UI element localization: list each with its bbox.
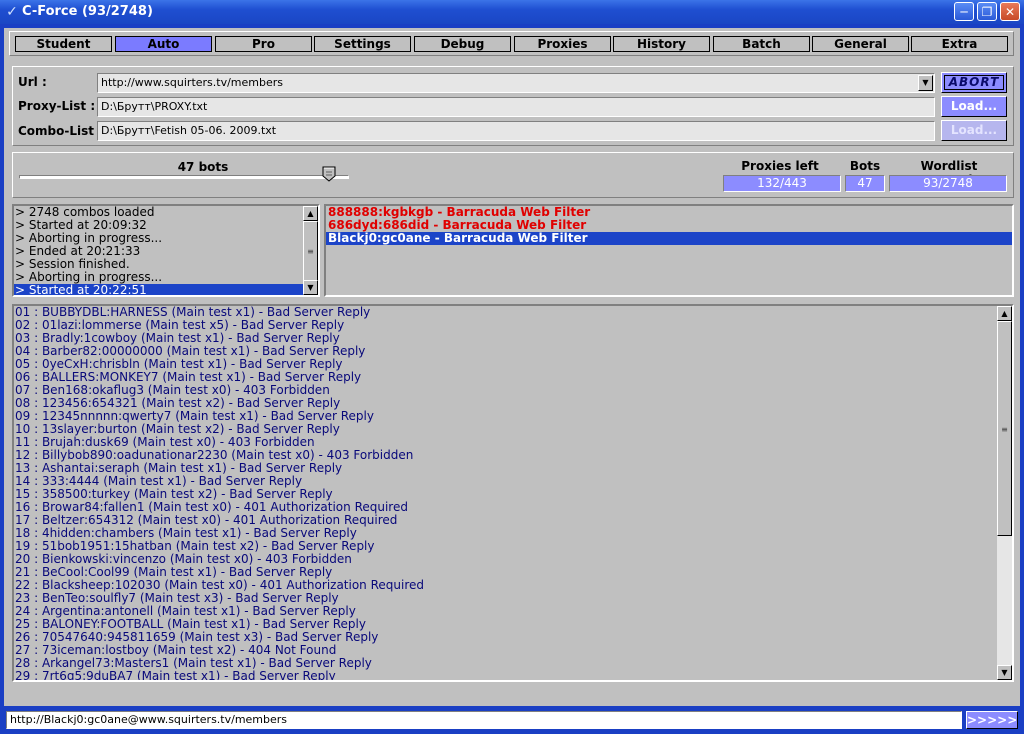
log-scrollbar[interactable]: ▲ ≡ ▼ (303, 206, 318, 295)
results-list[interactable]: 01 : BUBBYDBL:HARNESS (Main test x1) - B… (12, 304, 1014, 682)
bots-panel: 47 bots Proxies left 132/443 Bots 47 Wor… (12, 152, 1014, 198)
url-combobox[interactable]: http://www.squirters.tv/members ▼ (97, 73, 935, 93)
minimize-icon: ─ (960, 5, 968, 19)
log-item: > Started at 20:22:51 (14, 284, 303, 295)
tab-batch[interactable]: Batch (713, 36, 810, 52)
minimize-button[interactable]: ─ (954, 2, 974, 21)
tab-student[interactable]: Student (15, 36, 112, 52)
tab-extra[interactable]: Extra (911, 36, 1008, 52)
combo-list-label: Combo-List : (18, 124, 103, 138)
go-button[interactable]: >>>>> (966, 711, 1018, 729)
abort-button[interactable]: ABORT (941, 72, 1007, 93)
log-rows: > 2748 combos loaded > Started at 20:09:… (14, 206, 303, 295)
status-bar: http://Blackj0:gc0ane@www.squirters.tv/m… (4, 706, 1020, 730)
tab-debug[interactable]: Debug (414, 36, 511, 52)
load-proxy-button[interactable]: Load... (941, 96, 1007, 117)
scroll-down-icon[interactable]: ▼ (303, 280, 318, 295)
scroll-down-icon[interactable]: ▼ (997, 665, 1012, 680)
results-scrollbar[interactable]: ▲ ≡ ▼ (997, 306, 1012, 680)
app-icon: ✓ (6, 4, 18, 20)
hit-item-selected[interactable]: Blackj0:gc0ane - Barracuda Web Filter (326, 232, 1012, 245)
scroll-thumb[interactable]: ≡ (997, 321, 1012, 536)
bots-slider-thumb[interactable] (322, 166, 336, 182)
session-log[interactable]: > 2748 combos loaded > Started at 20:09:… (12, 204, 320, 297)
maximize-icon: ❐ (981, 5, 993, 19)
proxies-left-title: Proxies left (741, 159, 819, 173)
close-button[interactable]: ✕ (1000, 2, 1020, 21)
tab-settings[interactable]: Settings (314, 36, 411, 52)
hits-list[interactable]: 888888:kgbkgb - Barracuda Web Filter 686… (324, 204, 1014, 297)
chevron-down-icon[interactable]: ▼ (918, 75, 933, 91)
tab-general[interactable]: General (812, 36, 909, 52)
bots-title: Bots (849, 159, 881, 173)
maximize-button[interactable]: ❐ (977, 2, 997, 21)
tab-auto[interactable]: Auto (115, 36, 212, 52)
tab-history[interactable]: History (613, 36, 710, 52)
tab-proxies[interactable]: Proxies (514, 36, 611, 52)
bots-value: 47 (845, 175, 885, 192)
result-row[interactable]: 29 : 7rt6g5:9duBA7 (Main test x1) - Bad … (14, 670, 997, 681)
target-panel: Url : http://www.squirters.tv/members ▼ … (12, 66, 1014, 146)
bots-slider-track[interactable] (19, 175, 349, 179)
client-area: Student Auto Pro Settings Debug Proxies … (4, 28, 1020, 730)
proxy-list-field[interactable]: D:\Брутт\PROXY.txt (97, 97, 935, 117)
results-rows: 01 : BUBBYDBL:HARNESS (Main test x1) - B… (14, 306, 997, 681)
combo-list-field[interactable]: D:\Брутт\Fetish 05-06. 2009.txt (97, 121, 935, 141)
scroll-thumb[interactable]: ≡ (303, 221, 318, 281)
tab-pro[interactable]: Pro (215, 36, 312, 52)
proxy-list-label: Proxy-List : (18, 99, 96, 113)
close-icon: ✕ (1004, 5, 1016, 19)
load-combo-button[interactable]: Load... (941, 120, 1007, 141)
wordlist-value: 93/2748 (889, 175, 1007, 192)
window-title: C-Force (93/2748) (22, 4, 153, 19)
bots-count-label: 47 bots (177, 160, 229, 174)
url-value: http://www.squirters.tv/members (101, 76, 283, 89)
proxies-left-value: 132/443 (723, 175, 841, 192)
scroll-up-icon[interactable]: ▲ (997, 306, 1012, 321)
scroll-up-icon[interactable]: ▲ (303, 206, 318, 221)
url-label: Url : (18, 75, 47, 89)
status-url-field[interactable]: http://Blackj0:gc0ane@www.squirters.tv/m… (6, 711, 962, 729)
title-bar[interactable]: ✓ C-Force (93/2748) ─ ❐ ✕ (0, 0, 1024, 24)
tabs-bar: Student Auto Pro Settings Debug Proxies … (9, 31, 1014, 56)
